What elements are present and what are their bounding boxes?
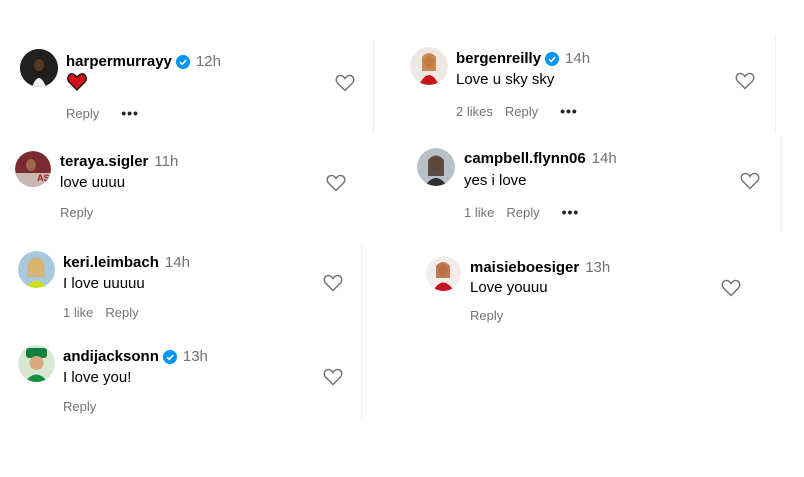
- like-heart-icon[interactable]: [326, 174, 346, 192]
- like-heart-icon[interactable]: [335, 74, 355, 92]
- avatar[interactable]: [20, 49, 58, 87]
- column-divider: [373, 40, 374, 132]
- column-divider: [775, 36, 776, 132]
- comment-text: Love youuu: [470, 279, 548, 296]
- comment-text: love uuuu: [60, 174, 126, 191]
- comment-meta: Reply: [470, 308, 503, 323]
- comment-username[interactable]: harpermurrayy 12h: [66, 53, 221, 70]
- username-link[interactable]: maisieboesiger: [470, 259, 579, 276]
- svg-text:AS: AS: [37, 173, 50, 183]
- avatar[interactable]: [417, 148, 455, 186]
- comment-text: yes i love: [464, 172, 527, 189]
- like-heart-icon[interactable]: [721, 279, 741, 297]
- like-heart-icon[interactable]: [323, 274, 343, 292]
- likes-count[interactable]: 2 likes: [456, 104, 493, 119]
- like-heart-icon[interactable]: [740, 172, 760, 190]
- avatar[interactable]: AS: [15, 151, 51, 187]
- reply-button[interactable]: Reply: [66, 106, 99, 121]
- avatar[interactable]: [18, 345, 55, 382]
- avatar[interactable]: [426, 256, 461, 291]
- comment-username[interactable]: andijacksonn 13h: [63, 348, 208, 365]
- comment-username[interactable]: campbell.flynn06 14h: [464, 150, 617, 167]
- comment-time: 14h: [565, 50, 591, 67]
- verified-badge-icon: [175, 54, 190, 69]
- verified-badge-icon: [162, 349, 177, 364]
- more-options-button[interactable]: •••: [562, 204, 580, 220]
- username-link[interactable]: bergenreilly: [456, 50, 541, 67]
- comment-time: 12h: [195, 53, 221, 70]
- reply-button[interactable]: Reply: [506, 205, 539, 220]
- more-options-button[interactable]: •••: [121, 105, 139, 121]
- comment-time: 13h: [585, 259, 611, 276]
- like-heart-icon[interactable]: [735, 72, 755, 90]
- reply-button[interactable]: Reply: [63, 399, 96, 414]
- comment-meta: Reply: [63, 399, 96, 414]
- comment-text: I love uuuuu: [63, 275, 145, 292]
- comment-meta: Reply: [60, 205, 93, 220]
- comment-time: 13h: [182, 348, 208, 365]
- red-heart-emoji-icon: [67, 73, 87, 91]
- column-divider: [780, 135, 781, 233]
- comment-time: 14h: [164, 254, 190, 271]
- comment-meta: Reply •••: [66, 105, 139, 121]
- comment-username[interactable]: bergenreilly 14h: [456, 50, 590, 67]
- likes-count[interactable]: 1 like: [63, 305, 93, 320]
- username-link[interactable]: andijacksonn: [63, 348, 159, 365]
- more-options-button[interactable]: •••: [560, 103, 578, 119]
- avatar[interactable]: [410, 47, 448, 85]
- comment-text: I love you!: [63, 369, 132, 386]
- comment-username[interactable]: teraya.sigler 11h: [60, 153, 178, 170]
- comment-username[interactable]: maisieboesiger 13h: [470, 259, 610, 276]
- like-heart-icon[interactable]: [323, 368, 343, 386]
- comment-time: 14h: [591, 150, 617, 167]
- comment-meta: 1 like Reply •••: [464, 204, 579, 220]
- comment-username[interactable]: keri.leimbach 14h: [63, 254, 190, 271]
- reply-button[interactable]: Reply: [60, 205, 93, 220]
- comment-meta: 1 like Reply: [63, 305, 139, 320]
- comment-text: Love u sky sky: [456, 71, 555, 88]
- username-link[interactable]: teraya.sigler: [60, 153, 148, 170]
- comment-meta: 2 likes Reply •••: [456, 103, 578, 119]
- avatar[interactable]: [18, 251, 55, 288]
- username-link[interactable]: harpermurrayy: [66, 53, 172, 70]
- column-divider: [361, 245, 362, 421]
- likes-count[interactable]: 1 like: [464, 205, 494, 220]
- username-link[interactable]: keri.leimbach: [63, 254, 159, 271]
- comment-time: 11h: [154, 153, 179, 170]
- reply-button[interactable]: Reply: [505, 104, 538, 119]
- username-link[interactable]: campbell.flynn06: [464, 150, 586, 167]
- reply-button[interactable]: Reply: [470, 308, 503, 323]
- verified-badge-icon: [545, 51, 560, 66]
- reply-button[interactable]: Reply: [105, 305, 138, 320]
